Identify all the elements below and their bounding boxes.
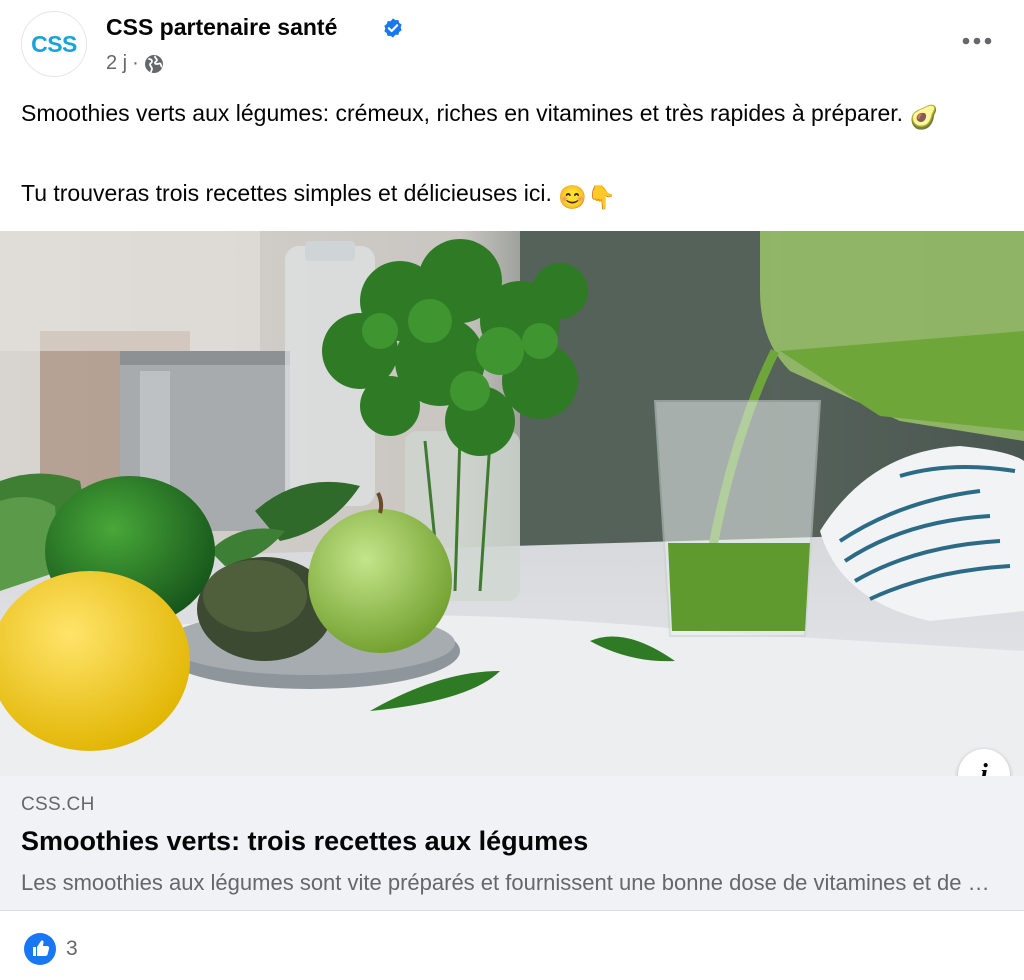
link-title[interactable]: Smoothies verts: trois recettes aux légu… [21, 826, 588, 857]
page-avatar[interactable]: CSS [21, 11, 87, 77]
link-preview-card[interactable]: CSS.CH Smoothies verts: trois recettes a… [0, 776, 1024, 911]
link-description: Les smoothies aux légumes sont vite prép… [21, 870, 996, 895]
verified-badge-icon [384, 18, 402, 38]
reactions-summary[interactable]: 3 [24, 933, 78, 965]
avatar-logo-text: CSS [31, 30, 77, 57]
reaction-count: 3 [66, 937, 78, 960]
like-icon [24, 933, 56, 965]
avocado-emoji: 🥑 [909, 104, 939, 130]
page-name[interactable]: CSS partenaire santé [106, 14, 337, 41]
post-text-line-2: Tu trouveras trois recettes simples et d… [21, 180, 552, 206]
globe-icon [144, 54, 163, 73]
link-preview-image[interactable] [0, 231, 1024, 776]
post-header: CSS CSS partenaire santé 2 j · [0, 0, 1024, 90]
more-options-icon[interactable] [960, 30, 994, 52]
post-text-paragraph-1: Smoothies verts aux légumes: crémeux, ri… [21, 96, 1006, 135]
post-text-line-1: Smoothies verts aux légumes: crémeux, ri… [21, 100, 904, 126]
post-text-paragraph-2: Tu trouveras trois recettes simples et d… [21, 176, 1006, 215]
meta-separator: · [132, 52, 139, 74]
post-time[interactable]: 2 j [106, 52, 127, 75]
post-meta: 2 j · [106, 52, 164, 75]
pointing-down-emoji: 👇 [586, 184, 616, 210]
smiling-emoji: 😊 [558, 184, 587, 210]
link-domain: CSS.CH [21, 794, 95, 815]
